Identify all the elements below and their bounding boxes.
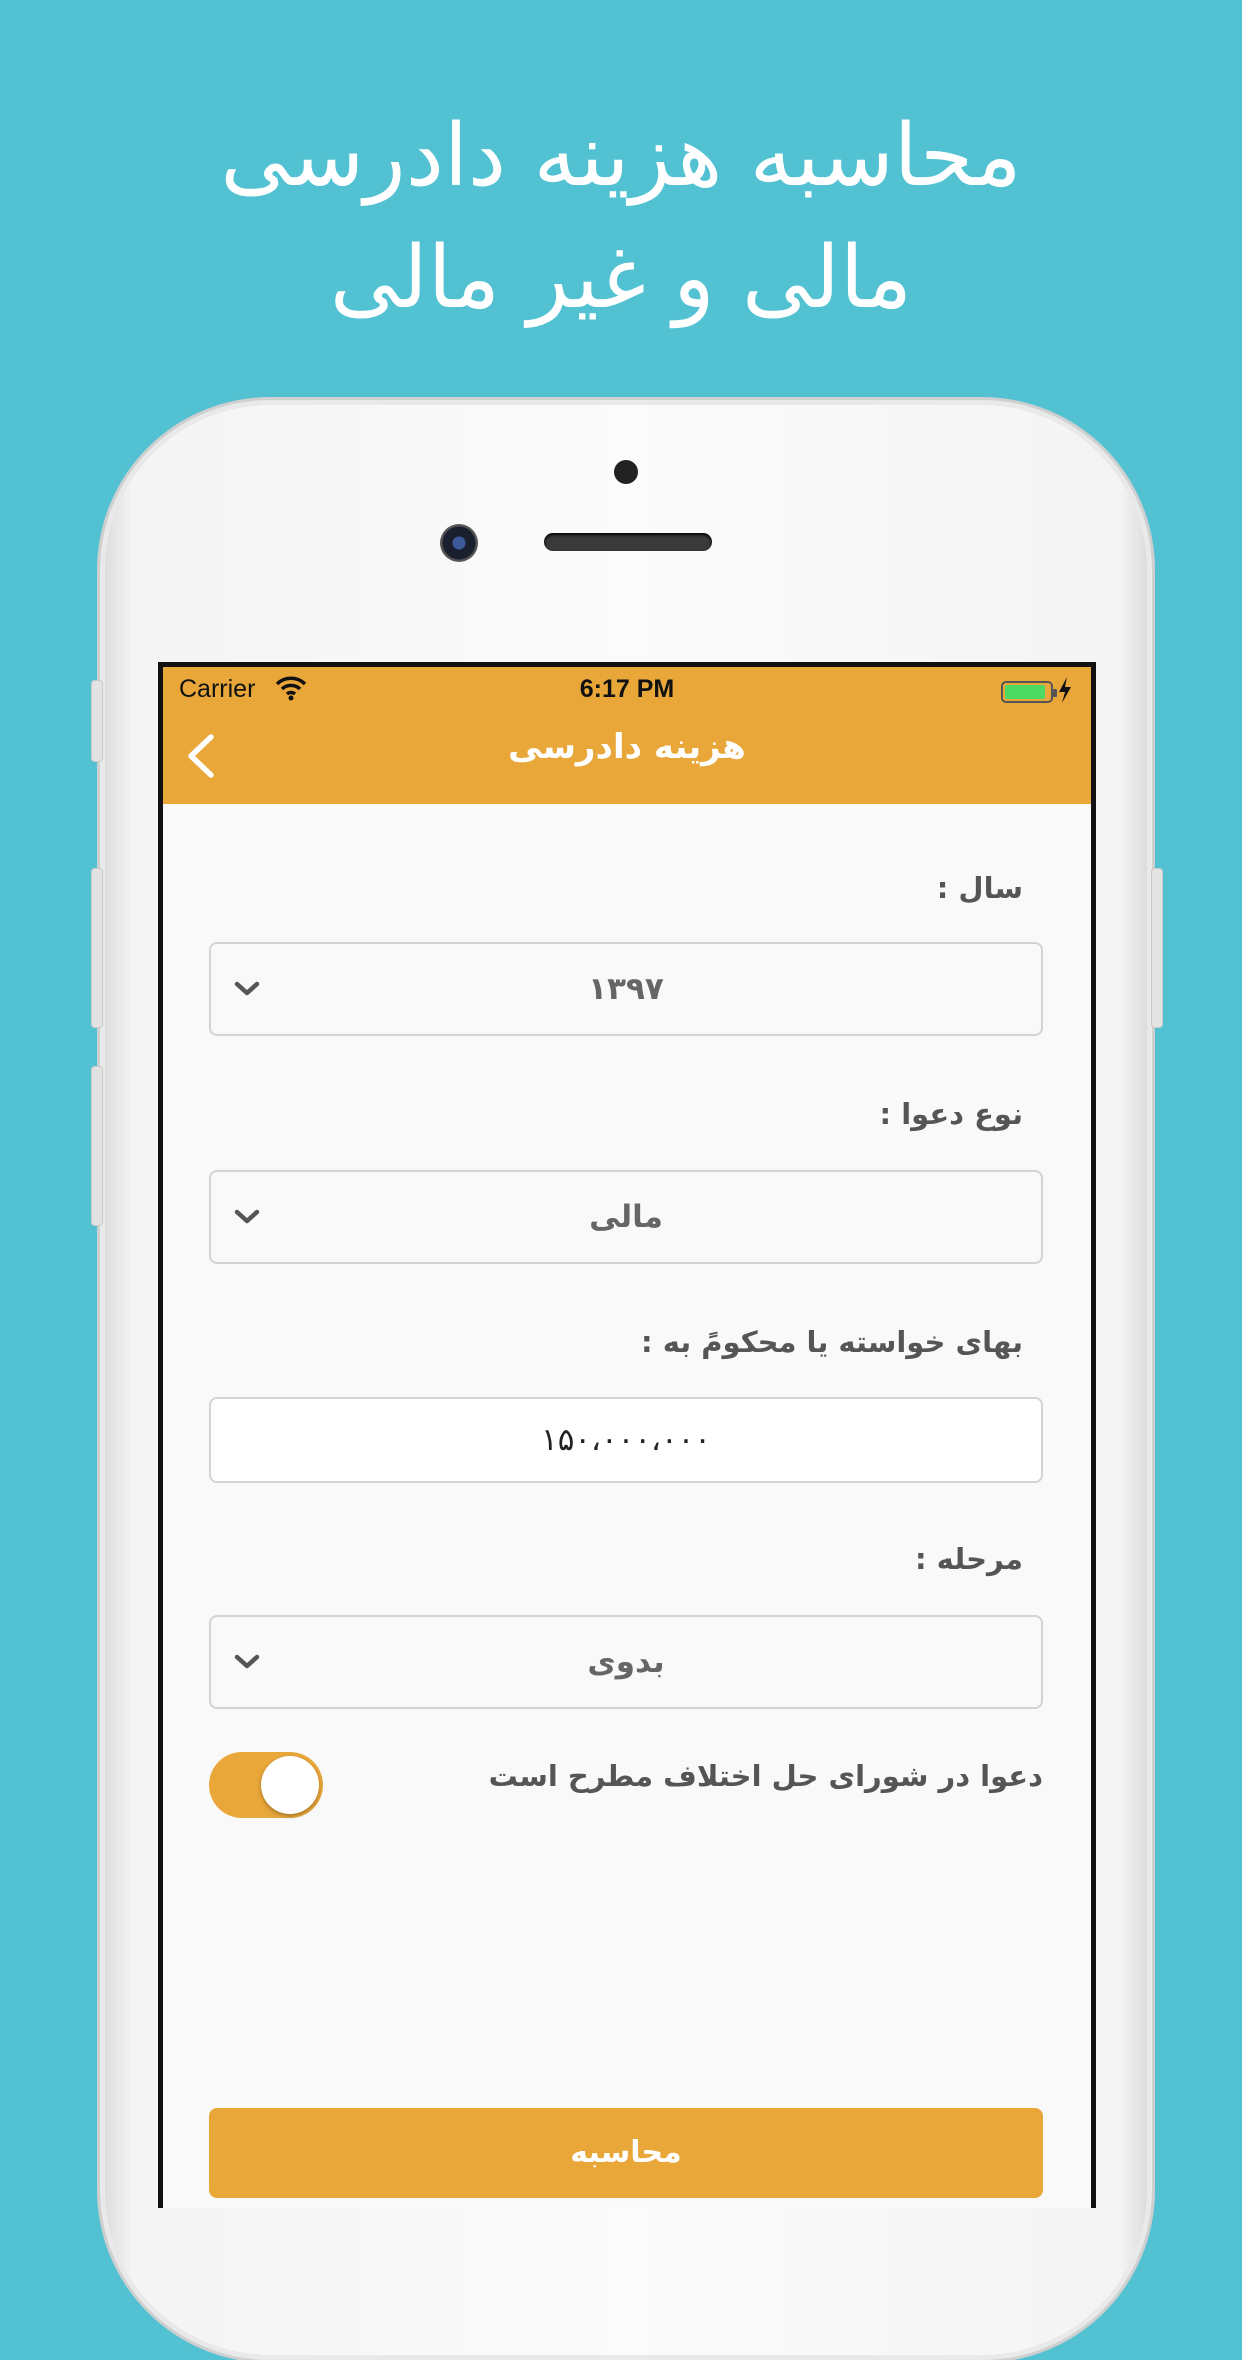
charging-bolt-icon — [1059, 677, 1071, 703]
claim-type-label: نوع دعوا : — [879, 1097, 1024, 1131]
earpiece-speaker — [544, 533, 712, 551]
phone-mute-switch — [91, 680, 103, 762]
phone-volume-down — [91, 1066, 103, 1226]
chevron-down-icon — [234, 1654, 260, 1669]
status-time: 6:17 PM — [579, 675, 675, 703]
chevron-down-icon — [234, 1209, 260, 1224]
stage-label: مرحله : — [914, 1542, 1023, 1576]
app-screen: Carrier 6:17 PM هزینه دادرسی سال: ۱۳۹۷ … — [163, 667, 1091, 2208]
amount-label: بهای خواسته یا محکومً به : — [641, 1325, 1023, 1359]
stage-value: بدوی — [587, 1644, 665, 1680]
amount-input[interactable]: ۱۵۰،۰۰۰،۰۰۰ — [209, 1397, 1043, 1483]
front-sensor — [614, 460, 638, 484]
phone-power-button — [1151, 868, 1163, 1028]
chevron-down-icon — [234, 981, 260, 996]
year-label: سال : — [936, 871, 1023, 905]
headline-line-2: مالی و غیر مالی — [329, 228, 913, 328]
phone-screen: Carrier 6:17 PM هزینه دادرسی سال: ۱۳۹۷ … — [158, 662, 1096, 2208]
claim-type-select[interactable]: مالی — [209, 1170, 1043, 1264]
stage-select[interactable]: بدوی — [209, 1615, 1043, 1709]
toggle-knob — [261, 1756, 319, 1814]
council-toggle-switch[interactable] — [209, 1752, 323, 1818]
navigation-bar: Carrier 6:17 PM هزینه دادرسی — [163, 667, 1091, 804]
battery-icon — [1001, 681, 1057, 703]
status-bar: Carrier 6:17 PM — [163, 667, 1091, 707]
phone-volume-up — [91, 868, 103, 1028]
year-value: ۱۳۹۷ — [588, 971, 664, 1007]
amount-value: ۱۵۰،۰۰۰،۰۰۰ — [541, 1422, 711, 1458]
council-toggle-label: دعوا در شورای حل اختلاف مطرح است — [488, 1759, 1043, 1793]
year-select[interactable]: ۱۳۹۷ — [209, 942, 1043, 1036]
page-title: هزینه دادرسی — [508, 727, 746, 767]
front-camera — [440, 524, 478, 562]
headline-line-1: محاسبه هزینه دادرسی — [220, 106, 1022, 206]
calculate-button[interactable]: محاسبه — [209, 2108, 1043, 2198]
promo-headline: محاسبه هزینه دادرسی مالی و غیر مالی — [0, 95, 1242, 339]
claim-type-value: مالی — [589, 1199, 663, 1235]
